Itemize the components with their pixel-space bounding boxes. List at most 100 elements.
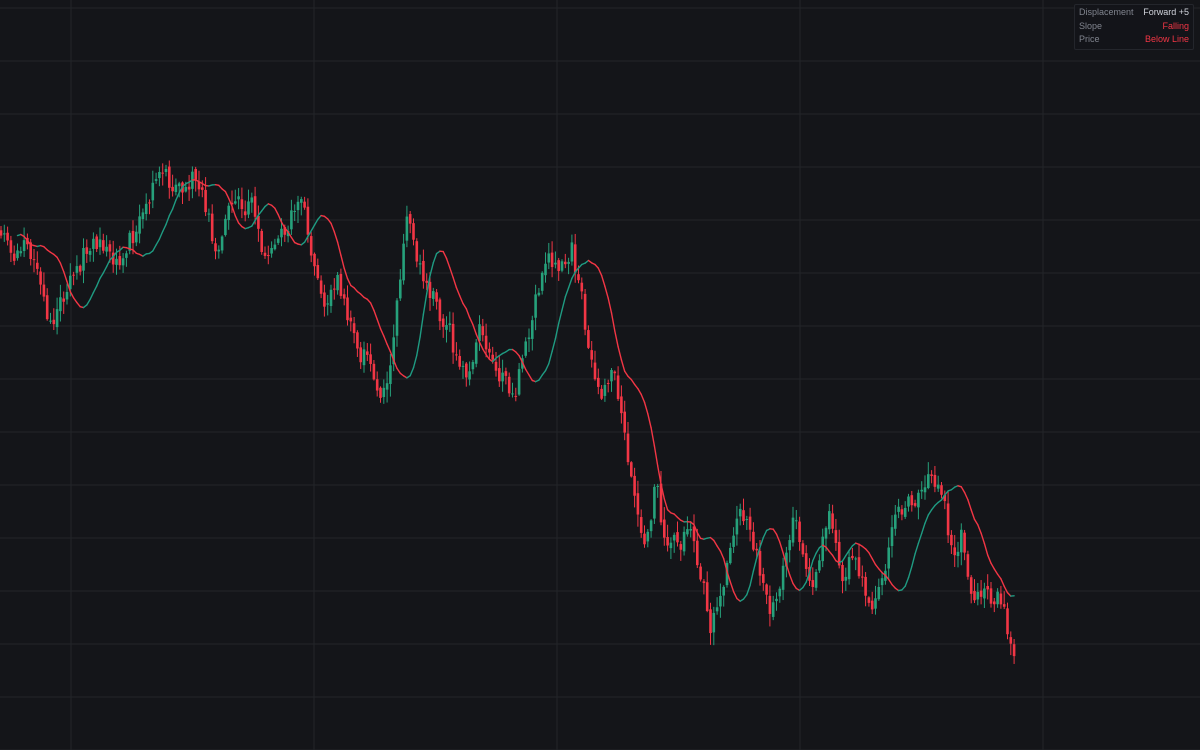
ma-segment-287	[960, 486, 966, 494]
candle-body-133	[438, 299, 442, 322]
candle-body-32	[105, 246, 108, 252]
candle-body-29	[95, 236, 98, 249]
ma-segment-266	[891, 583, 896, 589]
candle-body-115	[379, 387, 382, 398]
candle-body-213	[702, 581, 706, 584]
candle-body-23	[75, 266, 79, 273]
candle-body-282	[930, 474, 933, 477]
candle-body-91	[300, 199, 303, 203]
ma-segment-290	[970, 509, 976, 521]
candle-body-171	[564, 261, 567, 265]
candle-body-177	[583, 293, 587, 330]
candle-body-242	[798, 521, 801, 543]
candle-body-235	[775, 598, 778, 602]
candle-body-172	[567, 261, 570, 264]
candle-body-118	[389, 365, 392, 384]
candle-body-218	[719, 595, 722, 607]
candle-body-16	[52, 319, 56, 325]
ma-segment-137	[465, 308, 471, 319]
ma-segment-272	[911, 553, 916, 568]
ma-segment-188	[633, 383, 639, 390]
ma-segment-45	[161, 223, 167, 233]
candle-body-38	[125, 253, 128, 258]
candle-body-284	[936, 484, 940, 489]
candle-body-180	[593, 362, 597, 380]
candle-body-33	[108, 244, 112, 252]
candle-body-102	[336, 274, 339, 291]
candle-body-239	[788, 540, 791, 551]
ma-segment-295	[987, 554, 992, 564]
candle-body-215	[709, 609, 712, 634]
ma-segment-182	[614, 330, 619, 348]
ma-segment-168	[567, 277, 573, 289]
candle-body-205	[676, 532, 679, 543]
candle-body-294	[969, 577, 973, 594]
candle-body-14	[45, 295, 49, 320]
candle-body-197	[649, 520, 653, 532]
candle-body-163	[537, 292, 541, 296]
legend-row-price: Price Below Line	[1079, 33, 1189, 47]
candle-body-93	[306, 206, 310, 235]
candle-body-296	[976, 591, 980, 600]
ma-segment-178	[600, 274, 606, 287]
candlestick-chart	[0, 0, 1200, 750]
ma-segment-152	[515, 351, 520, 357]
candle-body-56	[184, 186, 188, 192]
candle-body-7	[22, 240, 26, 251]
candle-body-31	[102, 240, 105, 251]
candle-body-219	[722, 586, 725, 596]
candle-body-17	[55, 309, 59, 328]
candle-body-251	[828, 511, 831, 530]
candle-body-92	[303, 201, 306, 208]
candle-body-288	[950, 534, 953, 546]
candle-body-246	[811, 580, 815, 587]
candle-body-90	[296, 201, 300, 211]
candle-body-106	[349, 317, 353, 322]
chart-area[interactable]	[0, 0, 1200, 750]
ma-segment-213	[716, 545, 722, 552]
candle-body-148	[488, 348, 491, 353]
candle-body-65	[214, 243, 217, 252]
ma-segment-113	[386, 343, 392, 353]
candle-body-236	[778, 588, 782, 597]
candle-body-125	[412, 223, 415, 240]
candle-body-304	[1002, 604, 1006, 607]
ma-segment-110	[376, 318, 382, 330]
candle-body-35	[115, 258, 118, 265]
candle-body-36	[118, 256, 122, 266]
candle-body-51	[168, 166, 171, 188]
candle-body-297	[979, 590, 983, 597]
candle-body-234	[771, 602, 775, 617]
candle-body-209	[689, 529, 692, 531]
candle-body-290	[956, 551, 960, 557]
candle-body-62	[204, 189, 207, 213]
ma-segment-121	[412, 354, 418, 369]
ma-segment-184	[620, 359, 626, 372]
candle-body-198	[653, 486, 656, 519]
candle-body-243	[801, 543, 805, 555]
candle-body-109	[359, 347, 362, 363]
candle-body-81	[267, 255, 270, 257]
candle-body-187	[616, 375, 620, 399]
ma-segment-126	[429, 262, 434, 277]
ma-segment-136	[462, 302, 467, 310]
candle-body-59	[194, 168, 197, 180]
candle-body-225	[742, 510, 745, 522]
candle-body-49	[161, 172, 164, 174]
candle-body-22	[72, 274, 75, 276]
candle-body-114	[375, 379, 379, 391]
candle-body-186	[613, 371, 617, 374]
ma-segment-131	[445, 257, 451, 269]
candle-body-97	[319, 280, 323, 294]
candle-body-181	[597, 377, 600, 387]
candle-body-96	[316, 265, 320, 279]
ma-segment-235	[789, 574, 794, 585]
ma-segment-298	[996, 573, 1002, 580]
ma-segment-242	[812, 552, 817, 562]
candle-body-41	[135, 231, 138, 243]
candle-body-46	[151, 182, 155, 201]
ma-segment-27	[102, 265, 108, 274]
candle-body-302	[996, 591, 999, 605]
ma-segment-163	[551, 338, 557, 353]
candle-body-95	[313, 253, 316, 267]
